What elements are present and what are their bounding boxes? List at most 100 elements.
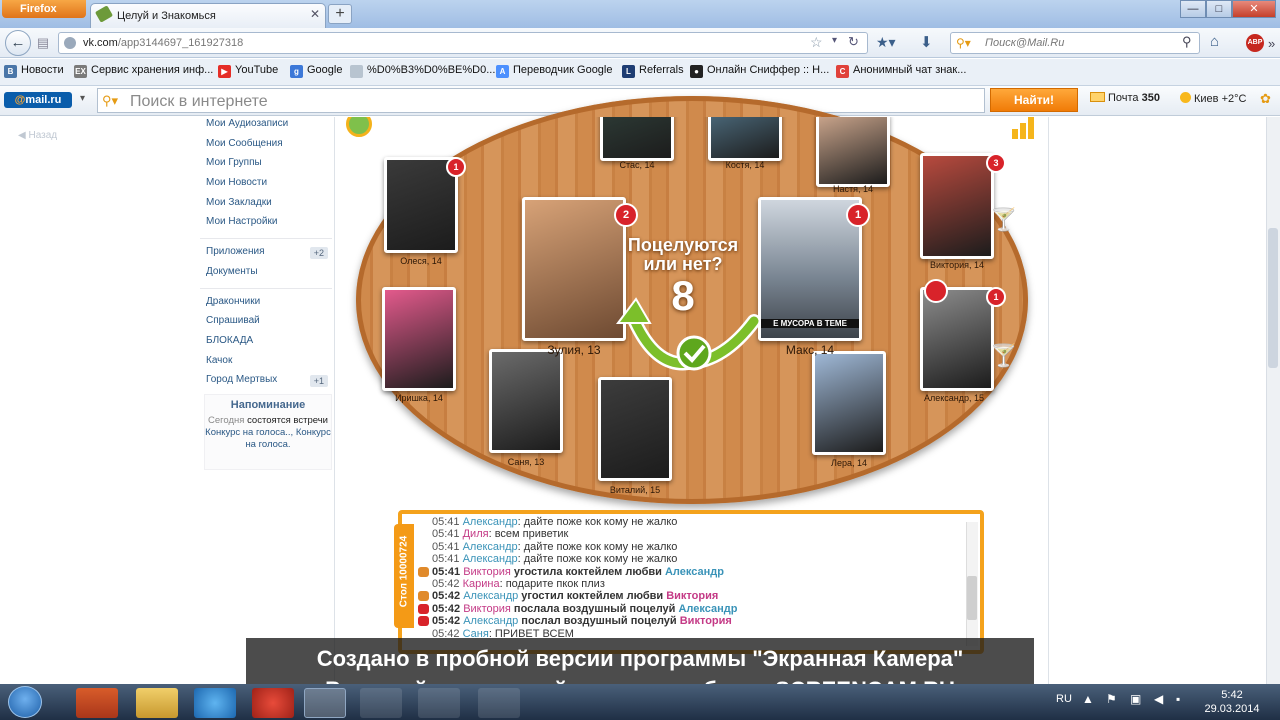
player-photo[interactable] <box>489 349 563 453</box>
chat-author[interactable]: Диля <box>463 528 489 540</box>
tray-up-icon[interactable]: ▲ <box>1082 692 1094 706</box>
firefox-menu-button[interactable]: Firefox <box>2 0 86 18</box>
forward-button[interactable]: ▤ <box>32 33 54 53</box>
bookmark-item[interactable]: EX Сервис хранения инф... <box>74 64 213 80</box>
bookmark-item[interactable]: ● Онлайн Сниффер :: Н... <box>690 64 829 80</box>
opera-icon[interactable] <box>252 688 294 718</box>
sidebar-item[interactable]: Мои Аудиозаписи <box>200 117 332 137</box>
sidebar-item[interactable]: Мои Сообщения <box>200 137 332 157</box>
center-left-photo[interactable] <box>522 197 626 341</box>
reminder-link-1[interactable]: Конкурс на голоса.. <box>205 427 290 438</box>
player-photo[interactable] <box>600 117 674 161</box>
bookmark-item[interactable]: ▶ YouTube <box>218 64 278 80</box>
bookmark-item[interactable]: B Новости <box>4 64 64 80</box>
app-taskbar-icon[interactable] <box>478 688 520 718</box>
url-bar[interactable]: vk.com/app3144697_161927318 <box>58 32 868 54</box>
chat-author[interactable]: Александр <box>463 516 518 528</box>
maximize-button[interactable]: □ <box>1206 0 1232 18</box>
chat-recipient[interactable]: Виктория <box>666 590 718 602</box>
clock[interactable]: 5:42 29.03.2014 <box>1196 688 1268 716</box>
player-photo[interactable] <box>708 117 782 161</box>
history-dropdown-icon[interactable]: ▾ <box>832 35 837 46</box>
adblock-icon[interactable]: ABP <box>1246 34 1264 52</box>
center-right-caption: Е МУСОРА В ТЕМЕ <box>761 319 859 328</box>
chevron-down-icon[interactable]: ▾ <box>80 93 85 104</box>
bookmark-item[interactable]: A Переводчик Google <box>496 64 613 80</box>
sidebar-item[interactable]: Мои Настройки <box>200 215 332 235</box>
google-icon: g <box>290 65 303 78</box>
search-icon[interactable]: ⚲ <box>1182 34 1192 50</box>
kiss-count-badge: 1 <box>986 287 1006 307</box>
chat-recipient[interactable]: Александр <box>665 566 724 578</box>
chat-author[interactable]: Александр <box>463 553 518 565</box>
app-taskbar-icon[interactable] <box>360 688 402 718</box>
app-taskbar-icon[interactable] <box>418 688 460 718</box>
page-scrollbar[interactable] <box>1266 117 1280 685</box>
close-window-button[interactable]: ✕ <box>1232 0 1276 18</box>
tab-close-icon[interactable]: ✕ <box>308 7 322 21</box>
overflow-icon[interactable]: » <box>1268 36 1275 51</box>
medal-icon[interactable] <box>346 117 372 137</box>
sidebar-item[interactable]: Дракончики <box>200 295 332 315</box>
page-scrollbar-thumb[interactable] <box>1268 228 1278 368</box>
chat-author[interactable]: Александр <box>463 590 518 602</box>
player-photo[interactable] <box>812 351 886 455</box>
bookmark-item[interactable]: L Referrals <box>622 64 684 80</box>
player-photo[interactable] <box>816 117 890 187</box>
chat-author[interactable]: Александр <box>463 541 518 553</box>
rating-icon[interactable] <box>1012 117 1038 139</box>
chat-author[interactable]: Александр <box>463 615 518 627</box>
find-button[interactable]: Найти! <box>990 88 1078 112</box>
bookmark-star-icon[interactable]: ☆ <box>810 34 823 51</box>
language-indicator[interactable]: RU <box>1056 693 1072 705</box>
tray-app-icon[interactable]: ▪ <box>1176 692 1180 706</box>
firefox-taskbar-icon[interactable] <box>304 688 346 718</box>
sidebar-item[interactable]: Мои Закладки <box>200 196 332 216</box>
settings-icon[interactable]: ✿ <box>1260 91 1271 107</box>
sidebar-item[interactable]: Документы <box>200 265 332 285</box>
sidebar-item[interactable]: Город Мертвых +1 <box>200 373 332 393</box>
bookmark-item[interactable]: g Google <box>290 64 342 80</box>
sidebar-item[interactable]: Мои Группы <box>200 156 332 176</box>
network-icon[interactable]: ▣ <box>1130 692 1141 706</box>
folder-icon[interactable] <box>136 688 178 718</box>
mailru-logo[interactable]: @mail.ru <box>4 92 72 108</box>
volume-icon[interactable]: ◀ <box>1154 692 1163 706</box>
internet-explorer-icon[interactable] <box>194 688 236 718</box>
player-photo[interactable] <box>598 377 672 481</box>
chat-author[interactable]: Виктория <box>463 603 511 615</box>
mailru-search-engine-icon[interactable]: ⚲▾ <box>956 36 971 50</box>
start-button[interactable] <box>8 686 42 718</box>
sidebar-item[interactable]: Качок <box>200 354 332 374</box>
left-menu: Мои Аудиозаписи Мои Сообщения Мои Группы Мо… <box>200 117 332 393</box>
weather-widget[interactable]: Киев +2°C <box>1180 92 1246 105</box>
player-photo[interactable] <box>920 287 994 391</box>
sidebar-item[interactable]: Мои Новости <box>200 176 332 196</box>
player-photo[interactable] <box>382 287 456 391</box>
home-icon[interactable]: ⌂ <box>1210 33 1219 50</box>
chat-scrollbar-thumb[interactable] <box>967 576 977 620</box>
bookmark-item[interactable]: %D0%B3%D0%BE%D0... <box>350 64 495 80</box>
back-button[interactable]: ← <box>5 30 31 56</box>
reload-icon[interactable]: ↻ <box>848 34 859 50</box>
sidebar-item[interactable]: Спрашивай <box>200 314 332 334</box>
minimize-button[interactable]: — <box>1180 0 1206 18</box>
chat-recipient[interactable]: Виктория <box>680 615 732 627</box>
search-input[interactable]: Поиск@Mail.Ru <box>950 32 1200 54</box>
mailru-search-input[interactable]: Поиск в интернете <box>97 88 985 113</box>
sidebar-item[interactable]: Приложения +2 <box>200 245 332 265</box>
back-link[interactable]: ◀ Назад <box>18 130 57 141</box>
bookmark-item[interactable]: C Анонимный чат знак... <box>836 64 966 80</box>
flag-icon[interactable]: ⚑ <box>1106 692 1117 706</box>
sidebar-item[interactable]: БЛОКАДА <box>200 334 332 354</box>
chat-author[interactable]: Карина <box>463 578 500 590</box>
bookmarks-menu-icon[interactable]: ★▾ <box>876 34 896 51</box>
tab-active[interactable]: Целуй и Знакомься <box>90 3 326 28</box>
new-tab-button[interactable]: + <box>328 4 352 24</box>
chat-author[interactable]: Виктория <box>463 566 511 578</box>
media-player-icon[interactable] <box>76 688 118 718</box>
mail-button[interactable]: Почта 350 <box>1090 92 1160 104</box>
chat-recipient[interactable]: Александр <box>678 603 737 615</box>
download-icon[interactable]: ⬇ <box>920 33 933 51</box>
player-photo[interactable] <box>920 153 994 259</box>
